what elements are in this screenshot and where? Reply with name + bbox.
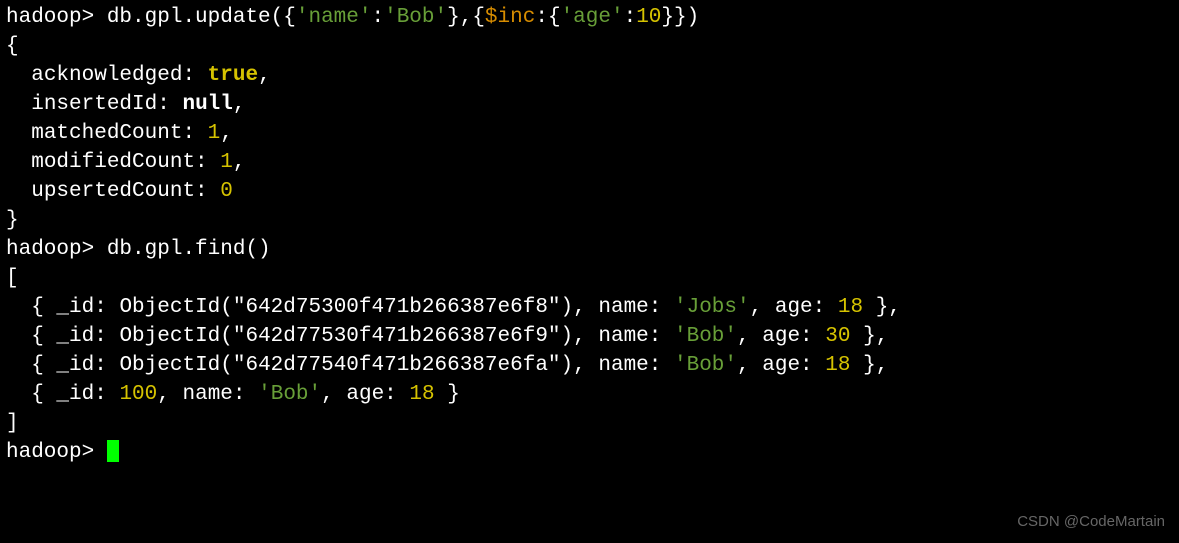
find-row: { _id: 100, name: 'Bob', age: 18 }: [6, 381, 1173, 410]
cmd-text: db.gpl.find(): [107, 238, 271, 261]
cursor-icon: [107, 440, 119, 462]
val-0: 0: [220, 180, 233, 203]
bracket-open: [: [6, 265, 1173, 294]
string-name: 'name': [296, 6, 372, 29]
find-row: { _id: ObjectId("642d75300f471b266387e6f…: [6, 294, 1173, 323]
cmd-text: db.gpl.update({: [107, 6, 296, 29]
age-key: age: [346, 383, 384, 406]
prompt: hadoop>: [6, 441, 94, 464]
result-match: matchedCount: 1,: [6, 120, 1173, 149]
colon: :: [624, 6, 637, 29]
brace-close: }: [6, 207, 1173, 236]
val-1: 1: [220, 151, 233, 174]
prompt: hadoop>: [6, 238, 94, 261]
age-key: age: [775, 296, 813, 319]
result-ack: acknowledged: true,: [6, 62, 1173, 91]
age-key: age: [762, 354, 800, 377]
key-ins: insertedId: [31, 93, 157, 116]
age-val: 30: [825, 325, 850, 348]
name-key: name: [598, 354, 648, 377]
end: }}): [661, 6, 699, 29]
oid-num: 100: [119, 383, 157, 406]
age-val: 18: [825, 354, 850, 377]
id-key: _id: [56, 383, 94, 406]
colon-brace: :{: [535, 6, 560, 29]
watermark: CSDN @CodeMartain: [1017, 512, 1165, 533]
age-val: 18: [838, 296, 863, 319]
key-ups: upsertedCount: [31, 180, 195, 203]
cmd-line-2: hadoop> db.gpl.find(): [6, 236, 1173, 265]
colon: :: [371, 6, 384, 29]
val-1: 1: [208, 122, 221, 145]
name-val: 'Jobs': [674, 296, 750, 319]
string-age: 'age': [561, 6, 624, 29]
id-key: _id: [56, 325, 94, 348]
name-val: 'Bob': [258, 383, 321, 406]
oid: ObjectId("642d77540f471b266387e6fa"): [119, 354, 573, 377]
find-row: { _id: ObjectId("642d77530f471b266387e6f…: [6, 323, 1173, 352]
cmd-line-1: hadoop> db.gpl.update({'name':'Bob'},{$i…: [6, 4, 1173, 33]
val-null: null: [182, 93, 232, 116]
bracket-close: ]: [6, 410, 1173, 439]
name-key: name: [598, 296, 648, 319]
name-key: name: [598, 325, 648, 348]
age-val: 18: [409, 383, 434, 406]
key-match: matchedCount: [31, 122, 182, 145]
name-val: 'Bob': [674, 325, 737, 348]
name-key: name: [182, 383, 232, 406]
prompt: hadoop>: [6, 6, 94, 29]
key-ack: acknowledged: [31, 64, 182, 87]
key-mod: modifiedCount: [31, 151, 195, 174]
mid: },{: [447, 6, 485, 29]
prompt-line[interactable]: hadoop>: [6, 439, 1173, 468]
result-ins: insertedId: null,: [6, 91, 1173, 120]
val-true: true: [208, 64, 258, 87]
id-key: _id: [56, 354, 94, 377]
find-row: { _id: ObjectId("642d77540f471b266387e6f…: [6, 352, 1173, 381]
oid: ObjectId("642d75300f471b266387e6f8"): [119, 296, 573, 319]
result-mod: modifiedCount: 1,: [6, 149, 1173, 178]
name-val: 'Bob': [674, 354, 737, 377]
number-10: 10: [636, 6, 661, 29]
oid: ObjectId("642d77530f471b266387e6f9"): [119, 325, 573, 348]
brace-open: {: [6, 33, 1173, 62]
string-bob: 'Bob': [384, 6, 447, 29]
result-ups: upsertedCount: 0: [6, 178, 1173, 207]
age-key: age: [762, 325, 800, 348]
id-key: _id: [56, 296, 94, 319]
inc-operator: $inc: [485, 6, 535, 29]
